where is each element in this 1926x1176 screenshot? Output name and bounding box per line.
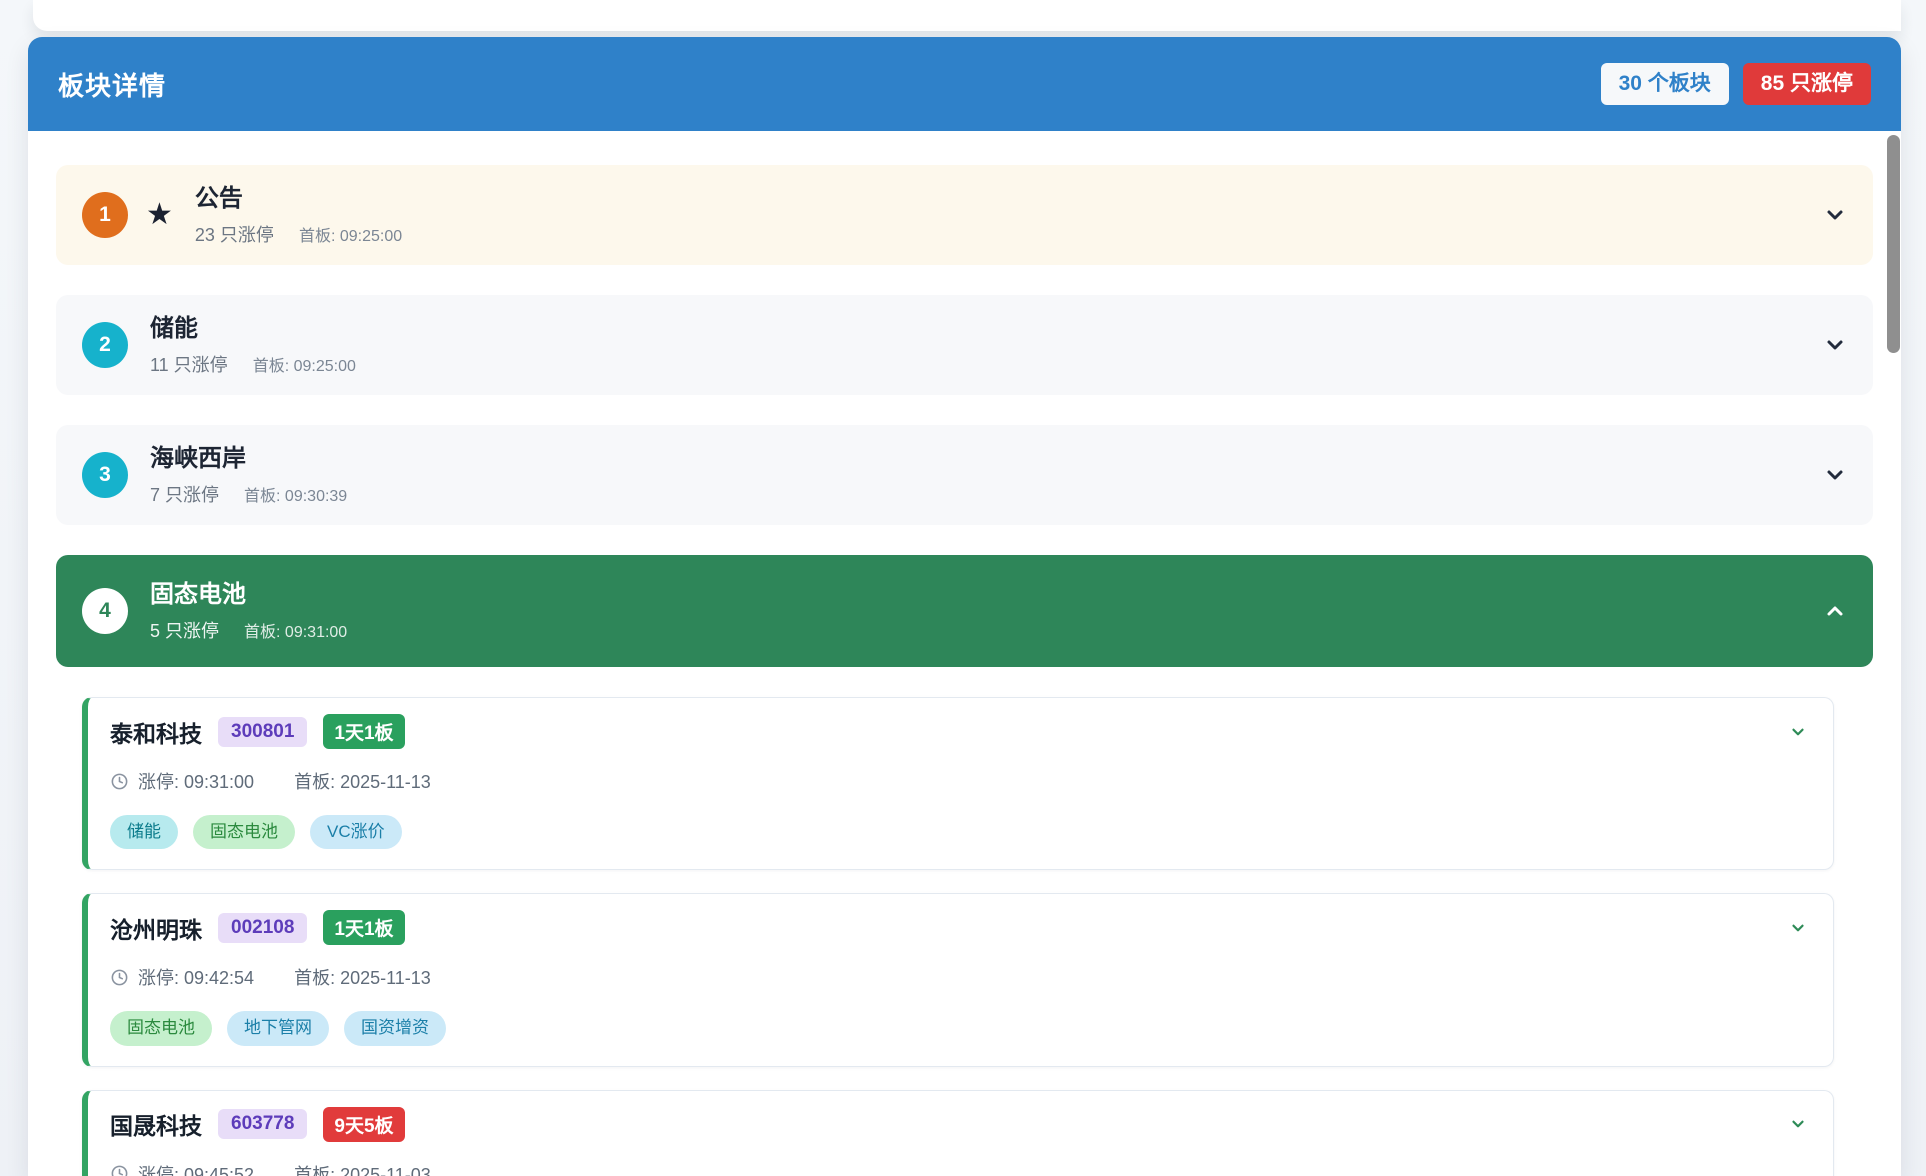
page-title: 板块详情	[58, 66, 166, 103]
sector-count-badge: 30 个板块	[1601, 63, 1729, 104]
stock-name: 泰和科技	[110, 715, 202, 749]
sector-subtitle: 5 只涨停 首板: 09:31:00	[150, 617, 347, 643]
stock-code-badge: 603778	[218, 1109, 307, 1139]
streak-badge: 1天1板	[323, 714, 404, 749]
concept-tag[interactable]: 国资增资	[344, 1011, 446, 1045]
first-board-time: 首板: 09:25:00	[253, 358, 356, 375]
previous-card-bottom-edge	[33, 0, 1901, 31]
limit-up-count: 7 只涨停	[150, 485, 219, 505]
limit-up-count: 11 只涨停	[150, 355, 228, 375]
stock-card[interactable]: 国晟科技 603778 9天5板 涨停: 09:45:52 首板: 2025-1…	[82, 1090, 1834, 1176]
limit-up-time: 涨停: 09:42:54	[138, 964, 254, 990]
limit-up-time: 涨停: 09:31:00	[138, 768, 254, 794]
chevron-down-icon[interactable]	[1789, 723, 1807, 741]
sector-name: 海峡西岸	[150, 444, 347, 474]
sector-name: 固态电池	[150, 580, 347, 610]
streak-badge: 1天1板	[323, 910, 404, 945]
sector-list: 1 ★ 公告 23 只涨停 首板: 09:25:00 2 储能 11 只涨停 首…	[28, 131, 1901, 1176]
chevron-down-icon[interactable]	[1823, 463, 1847, 487]
stock-code-badge: 300801	[218, 717, 307, 747]
chevron-down-icon[interactable]	[1789, 1115, 1807, 1133]
clock-icon	[110, 1164, 129, 1176]
chevron-down-icon[interactable]	[1789, 919, 1807, 937]
sector-subtitle: 11 只涨停 首板: 09:25:00	[150, 351, 356, 377]
rank-badge: 3	[82, 452, 128, 498]
sector-name: 储能	[150, 314, 356, 344]
rank-badge: 1	[82, 192, 128, 238]
star-icon: ★	[146, 200, 173, 230]
concept-tag[interactable]: 储能	[110, 815, 178, 849]
concept-tag[interactable]: 地下管网	[227, 1011, 329, 1045]
sector-row-chuneng[interactable]: 2 储能 11 只涨停 首板: 09:25:00	[56, 295, 1873, 395]
sector-subtitle: 23 只涨停 首板: 09:25:00	[195, 221, 402, 247]
limit-up-time: 涨停: 09:45:52	[138, 1161, 254, 1176]
stock-tags: 储能 固态电池 VC涨价	[110, 815, 1807, 849]
scrollbar-thumb[interactable]	[1887, 135, 1900, 353]
chevron-up-icon[interactable]	[1823, 599, 1847, 623]
concept-tag[interactable]: VC涨价	[310, 815, 402, 849]
chevron-down-icon[interactable]	[1823, 333, 1847, 357]
stock-code-badge: 002108	[218, 913, 307, 943]
sector-row-haixiaxian[interactable]: 3 海峡西岸 7 只涨停 首板: 09:30:39	[56, 425, 1873, 525]
sector-row-gonggao[interactable]: 1 ★ 公告 23 只涨停 首板: 09:25:00	[56, 165, 1873, 265]
panel-header: 板块详情 30 个板块 85 只涨停	[28, 37, 1901, 131]
sector-name: 公告	[195, 184, 402, 214]
stock-name: 沧州明珠	[110, 911, 202, 945]
first-board-date: 首板: 2025-11-13	[294, 964, 431, 990]
first-board-time: 首板: 09:25:00	[299, 228, 402, 245]
sector-subtitle: 7 只涨停 首板: 09:30:39	[150, 481, 347, 507]
sector-detail-panel: 板块详情 30 个板块 85 只涨停 1 ★ 公告 23 只涨停 首板: 09:…	[28, 37, 1901, 1176]
chevron-down-icon[interactable]	[1823, 203, 1847, 227]
first-board-time: 首板: 09:31:00	[244, 624, 347, 641]
stock-meta: 涨停: 09:45:52 首板: 2025-11-03	[110, 1161, 1807, 1176]
rank-badge: 2	[82, 322, 128, 368]
clock-icon	[110, 772, 129, 791]
clock-icon	[110, 968, 129, 987]
first-board-date: 首板: 2025-11-03	[294, 1161, 431, 1176]
first-board-time: 首板: 09:30:39	[244, 488, 347, 505]
concept-tag[interactable]: 固态电池	[193, 815, 295, 849]
stock-card[interactable]: 沧州明珠 002108 1天1板 涨停: 09:42:54 首板: 2025-1…	[82, 893, 1834, 1066]
stock-card[interactable]: 泰和科技 300801 1天1板 涨停: 09:31:00 首板: 2025-1…	[82, 697, 1834, 870]
limit-up-count: 5 只涨停	[150, 621, 219, 641]
stock-meta: 涨停: 09:42:54 首板: 2025-11-13	[110, 964, 1807, 990]
stock-name: 国晟科技	[110, 1107, 202, 1141]
stock-tags: 固态电池 地下管网 国资增资	[110, 1011, 1807, 1045]
stock-meta: 涨停: 09:31:00 首板: 2025-11-13	[110, 768, 1807, 794]
streak-badge: 9天5板	[323, 1107, 404, 1142]
limit-up-count: 23 只涨停	[195, 225, 274, 245]
concept-tag[interactable]: 固态电池	[110, 1011, 212, 1045]
first-board-date: 首板: 2025-11-13	[294, 768, 431, 794]
limit-up-count-badge: 85 只涨停	[1743, 63, 1871, 104]
sector-row-gutaidianchi[interactable]: 4 固态电池 5 只涨停 首板: 09:31:00	[56, 555, 1873, 667]
header-badges: 30 个板块 85 只涨停	[1601, 63, 1871, 104]
rank-badge: 4	[82, 588, 128, 634]
